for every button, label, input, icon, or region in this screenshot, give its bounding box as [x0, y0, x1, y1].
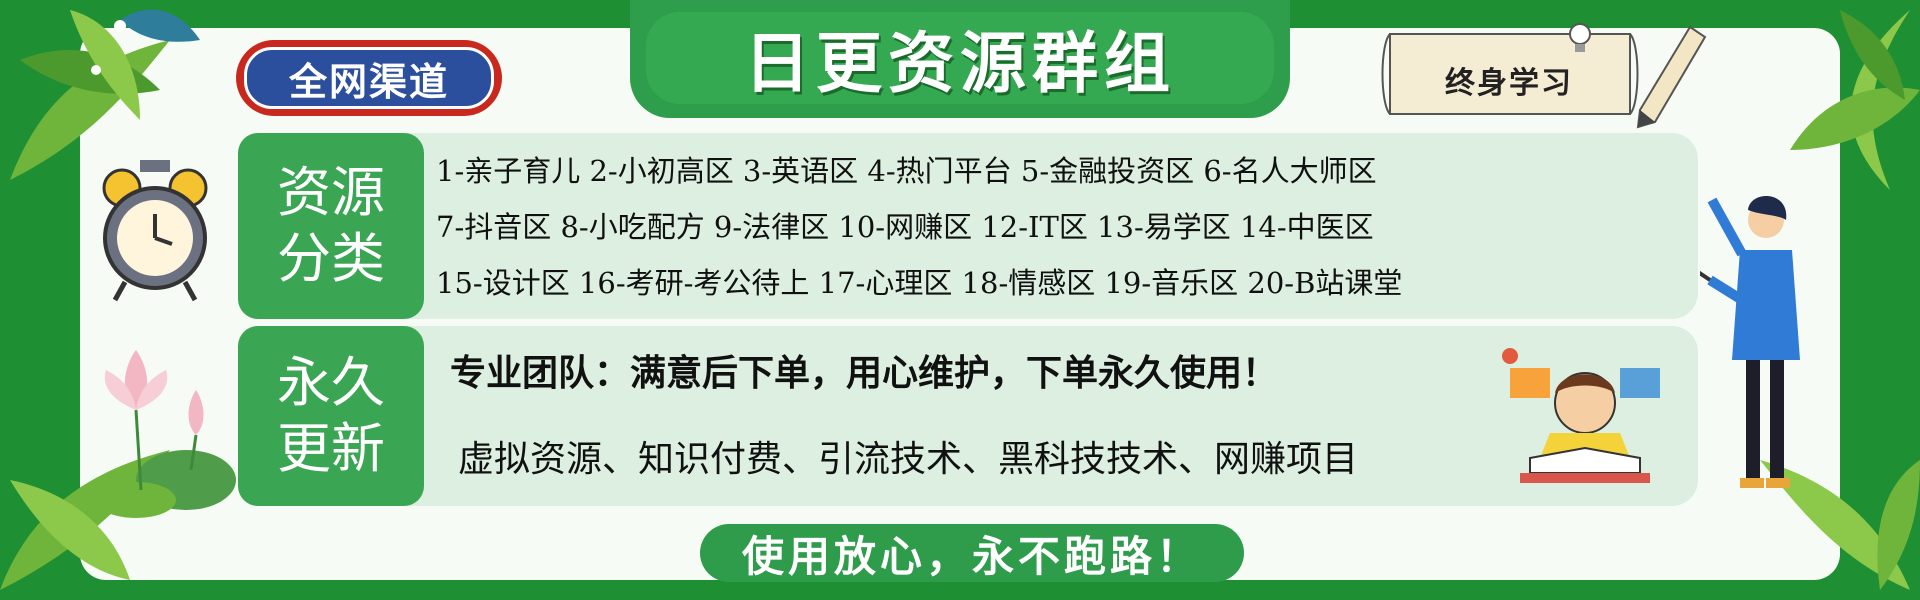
title-tab: 日更资源群组 [630, 0, 1290, 118]
category-label-line2: 分类 [277, 227, 385, 290]
lifelong-learning-tag: 终身学习 [1445, 66, 1573, 101]
student-reading-illustration [1502, 348, 1660, 483]
slogan-pill: 使用放心，永不跑路！ [700, 524, 1244, 582]
alarm-clock-icon [102, 160, 208, 302]
category-section-label: 资源 分类 [238, 133, 424, 319]
category-label-line1: 资源 [277, 161, 385, 224]
update-label-line1: 永久 [277, 351, 385, 414]
lotus-flower-icon [96, 350, 236, 518]
teacher-illustration [1700, 196, 1800, 488]
update-section-label: 永久 更新 [238, 326, 424, 506]
leaf-icon [1790, 10, 1920, 190]
page-title: 日更资源群组 [646, 12, 1274, 104]
category-row-1: 1-亲子育儿 2-小初高区 3-英语区 4-热门平台 5-金融投资区 6-名人大… [436, 154, 1377, 188]
lightbulb-icon [1569, 23, 1591, 52]
team-promise-text: 专业团队：满意后下单，用心维护，下单永久使用！ [450, 353, 1279, 394]
pencil-icon [1636, 25, 1707, 129]
category-row-2: 7-抖音区 8-小吃配方 9-法律区 10-网赚区 12-IT区 13-易学区 … [436, 210, 1374, 244]
resource-types-text: 虚拟资源、知识付费、引流技术、黑科技技术、网赚项目 [458, 439, 1359, 480]
channel-badge: 全网渠道 [236, 40, 502, 116]
badge-label: 全网渠道 [244, 47, 494, 109]
update-label-line2: 更新 [277, 417, 385, 480]
banner: 日更资源群组 全网渠道 终身学习 资源 分类 1-亲子育儿 2-小初高区 3-英… [0, 0, 1920, 600]
category-row-3: 15-设计区 16-考研-考公待上 17-心理区 18-情感区 19-音乐区 2… [436, 266, 1403, 300]
